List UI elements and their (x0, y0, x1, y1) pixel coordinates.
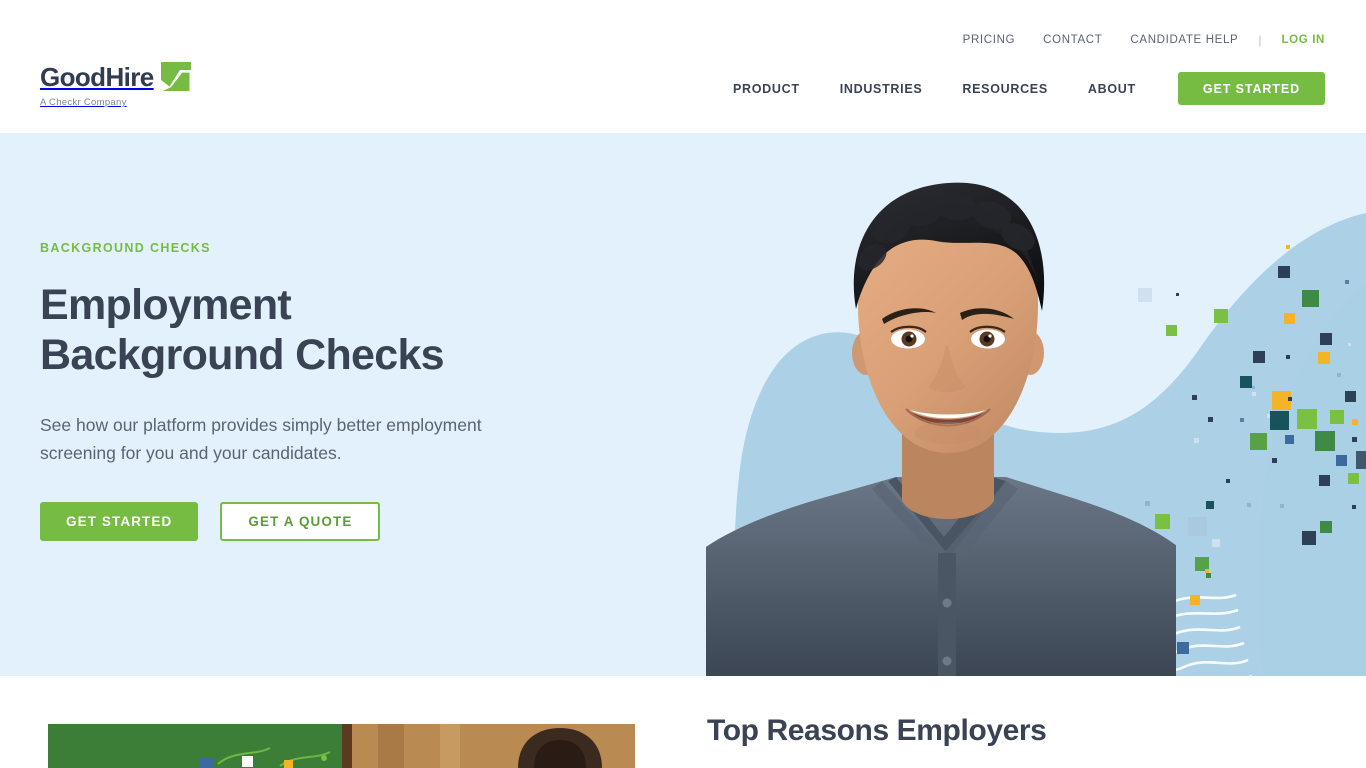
header-get-started-button[interactable]: GET STARTED (1177, 72, 1325, 105)
top-reasons-media (48, 724, 635, 768)
top-reasons-heading: Top Reasons Employers (707, 714, 1047, 747)
nav-industries[interactable]: INDUSTRIES (820, 82, 943, 96)
hero-content: BACKGROUND CHECKS Employment Background … (40, 241, 600, 542)
hero-title: Employment Background Checks (40, 280, 600, 381)
logo-wordmark: GoodHire (40, 62, 154, 92)
utility-nav-pricing[interactable]: PRICING (949, 34, 1029, 46)
login-link[interactable]: LOG IN (1267, 34, 1325, 46)
nav-resources[interactable]: RESOURCES (942, 82, 1067, 96)
hero-section: BACKGROUND CHECKS Employment Background … (0, 133, 1366, 676)
site-logo[interactable]: GoodHire A Checkr Company (40, 62, 191, 108)
nav-about[interactable]: ABOUT (1068, 82, 1156, 96)
logo-row: GoodHire (40, 62, 191, 92)
hero-eyebrow: BACKGROUND CHECKS (40, 241, 211, 255)
goodhire-checkmark-icon (160, 62, 191, 92)
hero-subtitle: See how our platform provides simply bet… (40, 414, 482, 463)
nav-product[interactable]: PRODUCT (713, 82, 820, 96)
utility-nav-candidate-help[interactable]: CANDIDATE HELP (1116, 34, 1252, 46)
hero-get-started-button[interactable]: GET STARTED (40, 502, 199, 542)
utility-navigation: PRICING CONTACT CANDIDATE HELP | LOG IN (949, 33, 1325, 47)
hero-get-a-quote-button[interactable]: GET A QUOTE (220, 502, 381, 542)
hero-portrait-image (706, 133, 1176, 676)
hero-cta-group: GET STARTED GET A QUOTE (40, 502, 600, 542)
hero-title-line-2: Background Checks (40, 331, 445, 380)
logo-tagline: A Checkr Company (40, 97, 127, 108)
site-header: GoodHire A Checkr Company PRICING CONTAC… (0, 0, 1366, 133)
hero-title-line-1: Employment (40, 281, 292, 329)
utility-nav-contact[interactable]: CONTACT (1029, 34, 1116, 46)
top-reasons-section: Top Reasons Employers (0, 676, 1366, 768)
nav-divider: | (1258, 33, 1262, 47)
main-navigation: PRODUCT INDUSTRIES RESOURCES ABOUT GET S… (713, 72, 1325, 105)
